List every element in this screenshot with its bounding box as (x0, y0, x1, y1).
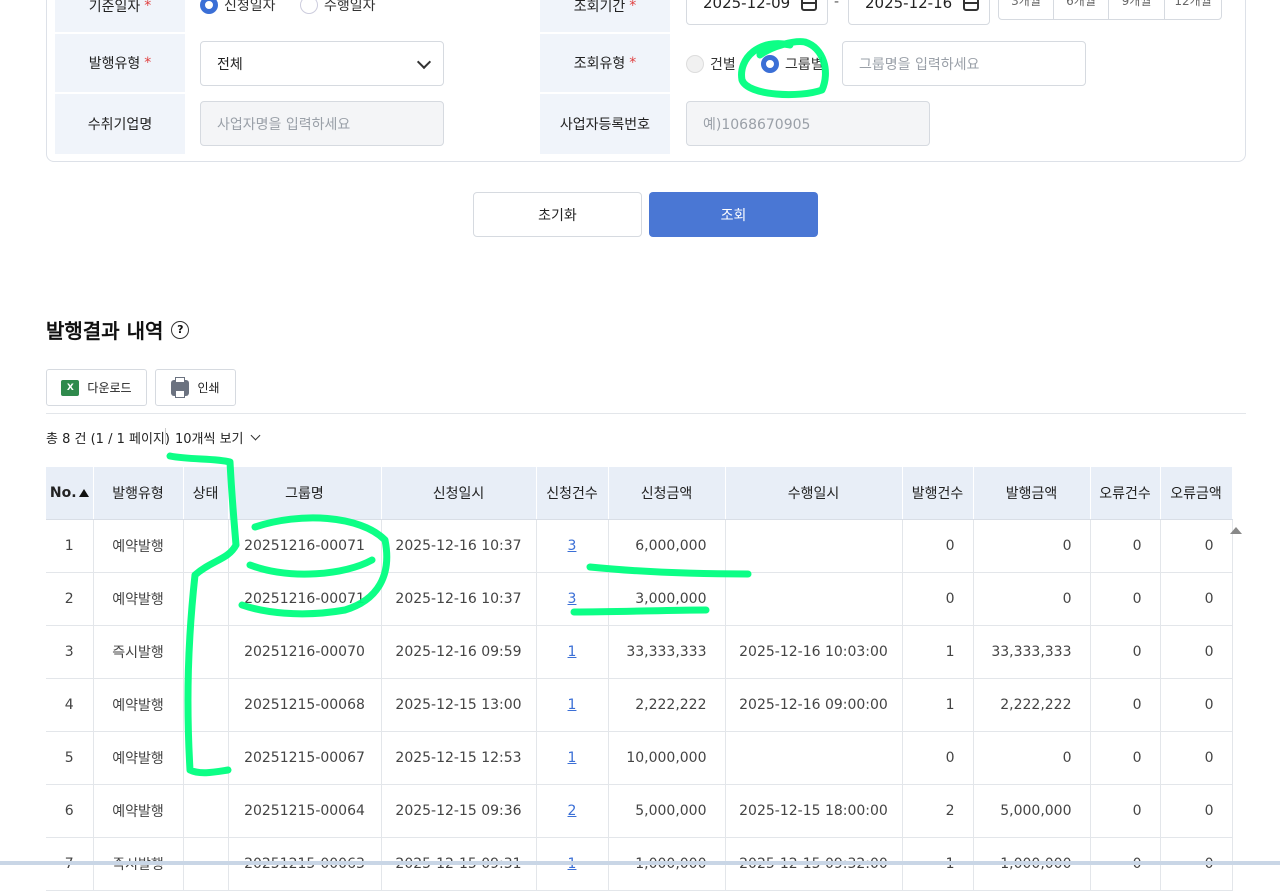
annotation-status-column (166, 452, 240, 777)
marker-annotations (166, 38, 829, 777)
annotation-circle-group-radio (738, 38, 829, 99)
annotation-underline-amount-2 (570, 606, 710, 616)
annotation-underline-amount-1 (586, 563, 752, 578)
annotation-circle-group-name (238, 514, 391, 618)
